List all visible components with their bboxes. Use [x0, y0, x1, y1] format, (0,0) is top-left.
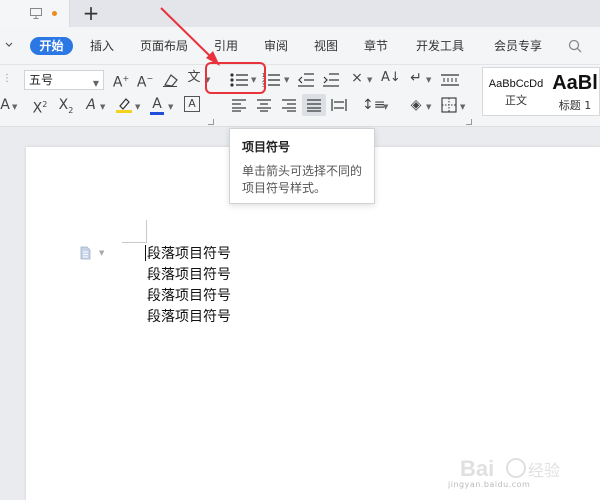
style-heading-1[interactable]: AaBl 标题 1: [549, 68, 600, 115]
justify-icon: [307, 99, 321, 112]
text-cursor: [145, 245, 146, 261]
font-size-value: 五号: [29, 73, 54, 87]
chevron-down-icon[interactable]: ▼: [367, 75, 372, 85]
unsaved-indicator: [52, 11, 57, 16]
decrease-indent-icon[interactable]: [297, 71, 315, 89]
distributed-icon[interactable]: [331, 98, 347, 112]
collapse-menu-icon[interactable]: [5, 41, 13, 49]
borders-icon[interactable]: [441, 97, 457, 113]
chevron-down-icon[interactable]: ▼: [460, 102, 465, 112]
paragraph-group-launcher-icon[interactable]: [466, 119, 472, 125]
increase-font-icon[interactable]: A+: [112, 70, 130, 92]
paragraph-handle-icon[interactable]: [80, 246, 91, 260]
chevron-down-icon[interactable]: ▼: [135, 102, 140, 112]
font-name-combo-edge[interactable]: ⋮: [0, 70, 14, 88]
character-scale-icon[interactable]: [440, 73, 460, 87]
menu-bar: 开始 插入 页面布局 引用 审阅 视图 章节 开发工具 会员专享: [0, 27, 600, 65]
margin-marker-vertical: [146, 220, 147, 243]
strikethrough-icon[interactable]: A: [0, 96, 10, 114]
clear-format-icon[interactable]: [161, 72, 179, 88]
chevron-down-icon[interactable]: ▼: [12, 102, 17, 112]
style-name-label: 正文: [505, 94, 527, 107]
chevron-down-icon[interactable]: ▼: [426, 102, 431, 112]
tooltip-title: 项目符号: [242, 140, 291, 154]
line-spacing-icon[interactable]: ↕≡: [362, 96, 385, 114]
search-icon[interactable]: [568, 39, 582, 53]
menu-tab-home[interactable]: 开始: [30, 37, 73, 55]
chevron-down-icon: ▼: [92, 79, 99, 88]
annotation-highlight-box: [205, 62, 266, 94]
increase-indent-icon[interactable]: [322, 71, 340, 89]
style-sample-text: AaBbCcDd: [488, 78, 544, 90]
chevron-down-icon[interactable]: ▼: [383, 102, 388, 112]
align-center-icon[interactable]: [256, 98, 272, 112]
sort-icon[interactable]: A↓: [381, 69, 401, 87]
font-group-launcher-icon[interactable]: [208, 119, 214, 125]
document-paragraph[interactable]: 段落项目符号: [147, 307, 231, 327]
tab-strip: +: [0, 0, 600, 27]
superscript-icon[interactable]: X2: [30, 96, 50, 118]
document-tab[interactable]: [0, 0, 70, 27]
menu-tab-developer[interactable]: 开发工具: [416, 38, 464, 54]
menu-tab-view[interactable]: 视图: [314, 38, 338, 54]
svg-text:经验: 经验: [528, 461, 560, 480]
style-gallery: AaBbCcDd 正文 AaBl 标题 1: [482, 67, 600, 116]
style-normal[interactable]: AaBbCcDd 正文: [483, 68, 549, 115]
align-left-icon[interactable]: [231, 98, 247, 112]
style-name-label: 标题 1: [558, 99, 592, 112]
menu-tab-references[interactable]: 引用: [214, 38, 238, 54]
menu-tab-chapter[interactable]: 章节: [364, 38, 388, 54]
menu-tab-page-layout[interactable]: 页面布局: [140, 38, 188, 54]
chevron-down-icon[interactable]: ▼: [100, 102, 105, 112]
line-break-icon[interactable]: ↵: [407, 69, 425, 87]
style-sample-text: AaBl: [552, 72, 598, 94]
monitor-icon: [30, 8, 42, 19]
new-tab-button[interactable]: +: [82, 1, 100, 25]
char-border-icon[interactable]: A: [184, 96, 200, 112]
text-effect-icon[interactable]: A: [83, 96, 99, 114]
chevron-down-icon[interactable]: ▼: [99, 249, 104, 257]
bullet-tooltip: 项目符号 单击箭头可选择不同的项目符号样式。: [229, 128, 375, 204]
chinese-layout-icon[interactable]: ⨯: [347, 69, 367, 87]
highlight-icon[interactable]: [115, 96, 133, 114]
align-right-icon[interactable]: [281, 98, 297, 112]
menu-tab-review[interactable]: 审阅: [264, 38, 288, 54]
shading-icon[interactable]: ◈: [407, 96, 425, 114]
svg-text:Bai: Bai: [460, 456, 494, 481]
menu-tab-membership[interactable]: 会员专享: [494, 38, 542, 54]
font-color-icon[interactable]: A: [150, 95, 164, 115]
chevron-down-icon[interactable]: ▼: [284, 75, 289, 85]
tooltip-description: 单击箭头可选择不同的项目符号样式。: [242, 164, 363, 195]
phonetic-guide-icon[interactable]: 文: [184, 69, 204, 87]
decrease-font-icon[interactable]: A−: [136, 70, 154, 92]
chevron-down-icon[interactable]: ▼: [168, 102, 173, 112]
justify-button[interactable]: [302, 94, 326, 116]
menu-tab-insert[interactable]: 插入: [90, 38, 114, 54]
document-paragraph[interactable]: 段落项目符号: [147, 286, 231, 306]
document-paragraph[interactable]: 段落项目符号: [147, 244, 231, 264]
margin-marker-horizontal: [122, 242, 146, 243]
font-size-select[interactable]: 五号 ▼: [24, 70, 104, 90]
watermark-url: jingyan.baidu.com: [448, 480, 531, 489]
document-paragraph[interactable]: 段落项目符号: [147, 265, 231, 285]
chevron-down-icon[interactable]: ▼: [426, 75, 431, 85]
subscript-icon[interactable]: X2: [56, 96, 76, 120]
